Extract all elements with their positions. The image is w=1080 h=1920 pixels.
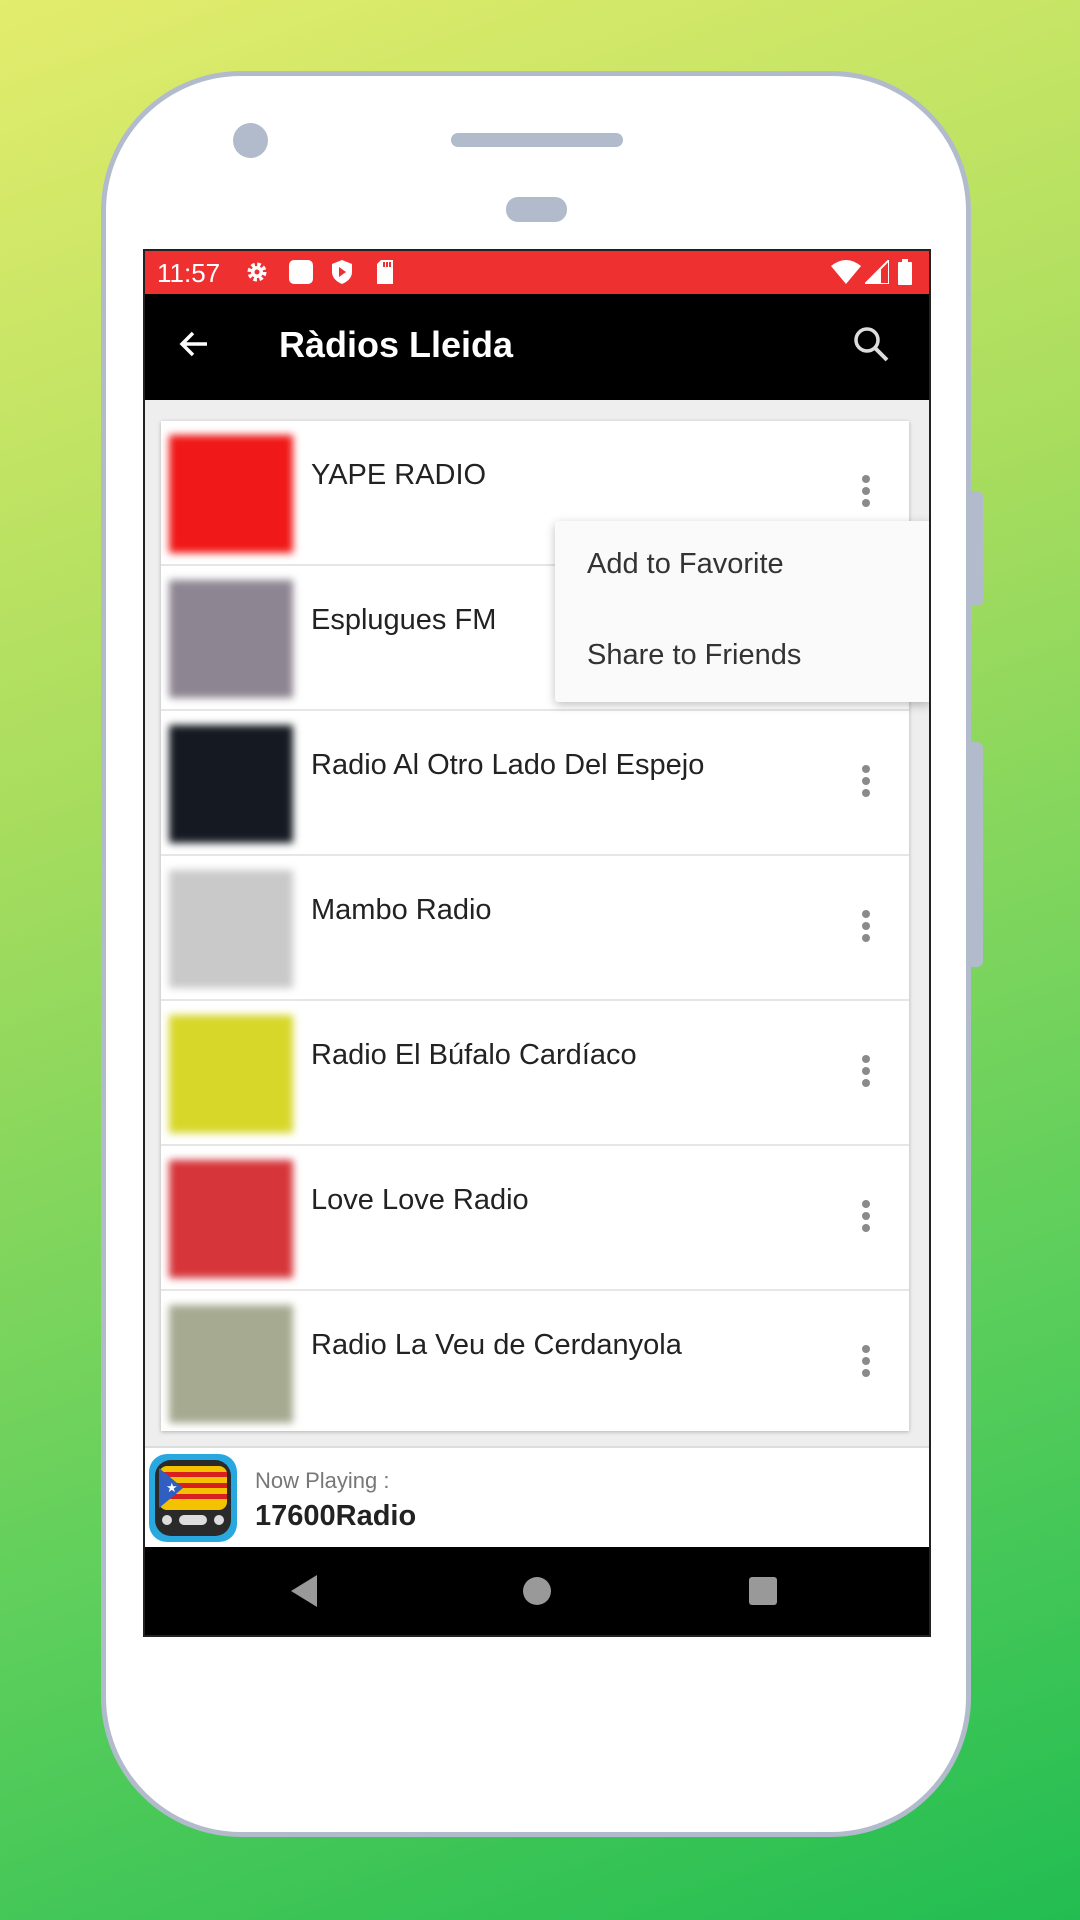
front-camera [233,123,268,158]
station-name: Radio Al Otro Lado Del Espejo [311,749,705,781]
phone-side-button-lower [971,742,983,967]
back-button[interactable] [173,322,217,366]
more-options-button[interactable] [861,765,871,801]
station-logo [169,1160,293,1278]
station-name: Mambo Radio [311,894,492,926]
recents-square-icon [749,1577,777,1605]
svg-text:★: ★ [166,1481,178,1496]
app-screen: 11:57 Ràdios Lleida YAPE RADIO Esplugues… [143,249,931,1637]
station-logo [169,1015,293,1133]
station-name: YAPE RADIO [311,459,487,491]
station-name: Radio El Búfalo Cardíaco [311,1039,637,1071]
nav-recents-button[interactable] [748,1576,778,1611]
status-bar: 11:57 [145,251,929,294]
station-name: Esplugues FM [311,604,497,636]
more-vert-icon [861,1345,871,1377]
more-vert-icon [861,475,871,507]
now-playing-station: 17600Radio [255,1500,417,1532]
cell-signal-icon [865,260,889,284]
station-logo [169,1305,293,1423]
wifi-icon [831,260,861,284]
now-playing-bar[interactable]: ★ Now Playing : 17600Radio [145,1446,929,1549]
station-list-item[interactable]: Love Love Radio [161,1146,909,1291]
context-menu: Add to Favorite Share to Friends [555,521,929,702]
arrow-left-icon [179,331,207,357]
station-logo [169,580,293,698]
earpiece-speaker [451,133,623,147]
more-options-button[interactable] [861,1345,871,1381]
more-vert-icon [861,1055,871,1087]
search-icon [854,327,889,362]
station-list-item[interactable]: Radio Al Otro Lado Del Espejo [161,711,909,856]
more-options-button[interactable] [861,475,871,511]
system-nav-bar [145,1547,929,1635]
phone-side-button-upper [971,491,983,606]
more-options-button[interactable] [861,1055,871,1091]
proximity-sensor [506,197,567,222]
more-vert-icon [861,910,871,942]
shield-play-icon [331,260,353,284]
radio-app-icon: ★ [149,1454,237,1542]
settings-icon [245,260,269,284]
app-toolbar: Ràdios Lleida [145,294,929,400]
notification-square-icon [288,260,314,284]
station-logo [169,725,293,843]
back-triangle-icon [291,1575,317,1607]
menu-item-add-to-favorite[interactable]: Add to Favorite [587,548,784,581]
more-options-button[interactable] [861,910,871,946]
page-title: Ràdios Lleida [279,324,514,365]
more-vert-icon [861,765,871,797]
station-name: Love Love Radio [311,1184,529,1216]
station-name: Radio La Veu de Cerdanyola [311,1329,682,1361]
nav-back-button[interactable] [289,1573,321,1614]
search-button[interactable] [849,322,893,366]
now-playing-label: Now Playing : [255,1468,390,1493]
station-list-item[interactable]: Mambo Radio [161,856,909,1001]
home-circle-icon [523,1577,551,1605]
station-list-item[interactable]: Radio El Búfalo Cardíaco [161,1001,909,1146]
station-logo [169,870,293,988]
battery-icon [897,259,913,285]
sd-card-icon [375,260,395,284]
nav-home-button[interactable] [521,1575,553,1612]
status-time: 11:57 [157,258,221,288]
menu-item-share-to-friends[interactable]: Share to Friends [587,639,801,672]
station-logo [169,435,293,553]
more-options-button[interactable] [861,1200,871,1236]
more-vert-icon [861,1200,871,1232]
station-list-item[interactable]: Radio La Veu de Cerdanyola [161,1291,909,1431]
